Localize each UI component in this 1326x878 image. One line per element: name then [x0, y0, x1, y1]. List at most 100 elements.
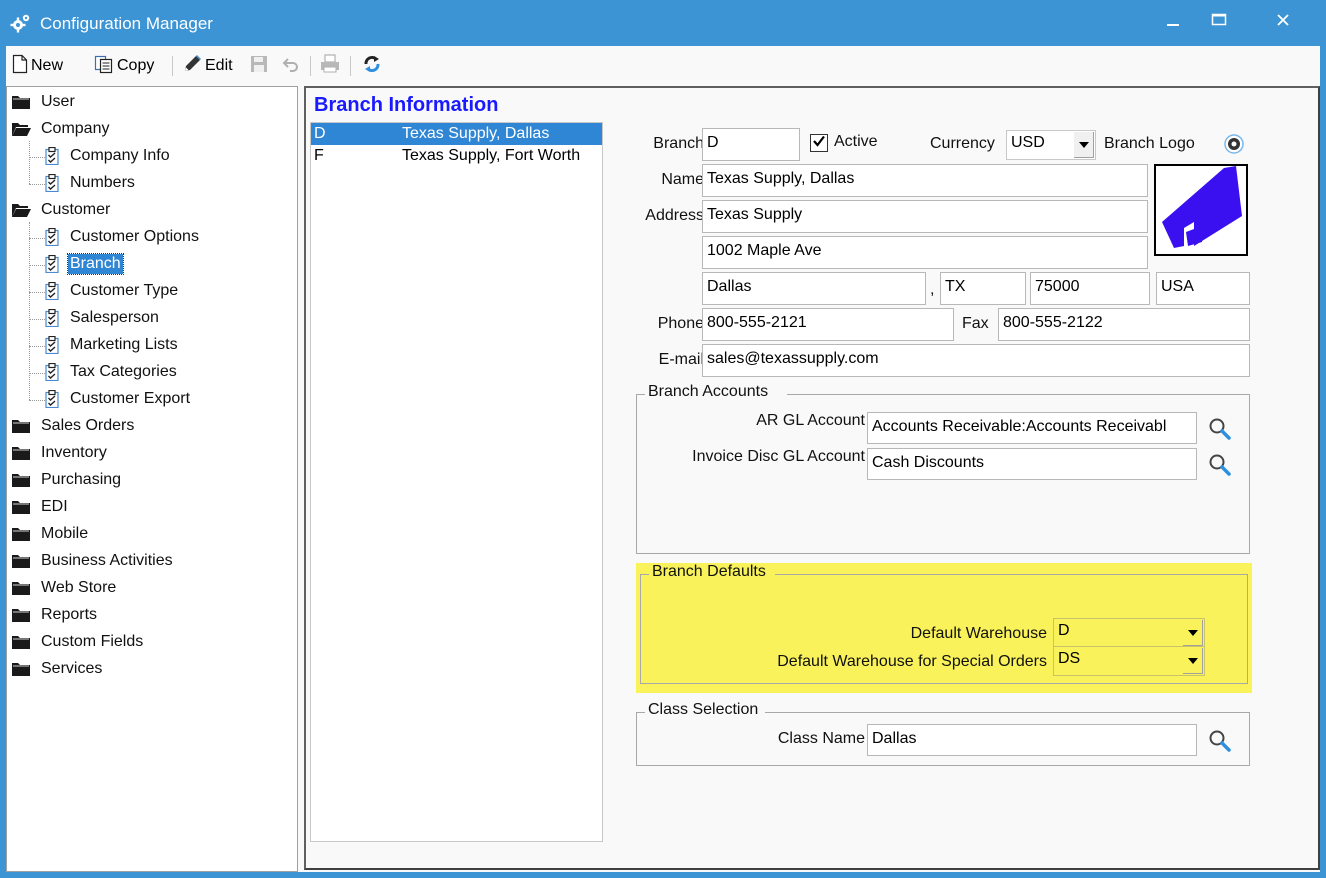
tree-item-salesperson[interactable]: Salesperson: [45, 306, 161, 330]
tree-item-sales-orders[interactable]: Sales Orders: [11, 414, 136, 438]
tree-item-company-info[interactable]: Company Info: [45, 144, 172, 168]
class-name-search-button[interactable]: [1207, 728, 1233, 754]
gears-icon: [10, 13, 32, 33]
folder-icon: [11, 445, 31, 461]
class-name-field[interactable]: Dallas: [867, 724, 1197, 756]
maximize-icon: [1211, 13, 1227, 31]
active-checkbox[interactable]: [810, 134, 828, 152]
tree-item-inventory[interactable]: Inventory: [11, 441, 109, 465]
new-button[interactable]: New: [12, 54, 63, 78]
ar-gl-account-search-button[interactable]: [1207, 416, 1233, 442]
pencil-icon: [182, 54, 202, 79]
tree-item-purchasing[interactable]: Purchasing: [11, 468, 123, 492]
branch-list[interactable]: D Texas Supply, Dallas F Texas Supply, F…: [310, 122, 603, 842]
tree-item-custom-fields[interactable]: Custom Fields: [11, 630, 145, 654]
default-warehouse-select[interactable]: D: [1053, 618, 1205, 648]
email-field[interactable]: sales@texassupply.com: [702, 344, 1250, 377]
comma-separator: ,: [930, 281, 935, 298]
search-icon: [1207, 418, 1233, 446]
branch-code: F: [314, 147, 324, 164]
tree-item-label: Marketing Lists: [70, 336, 178, 353]
logo-browse-button[interactable]: [1224, 134, 1244, 154]
invoice-disc-gl-account-field[interactable]: Cash Discounts: [867, 448, 1197, 480]
tree-item-label: Reports: [41, 606, 98, 623]
tree-connector: [29, 292, 45, 293]
address-line1-field[interactable]: Texas Supply: [702, 200, 1148, 233]
address-line2-field[interactable]: 1002 Maple Ave: [702, 236, 1148, 269]
minimize-icon: [1166, 13, 1180, 31]
country-field[interactable]: USA: [1156, 272, 1250, 305]
print-icon: [320, 53, 340, 79]
tree-item-marketing-lists[interactable]: Marketing Lists: [45, 333, 180, 357]
tree-item-company[interactable]: Company: [11, 117, 111, 141]
folder-icon: [11, 94, 31, 110]
tree-item-customer-type[interactable]: Customer Type: [45, 279, 180, 303]
edit-label: Edit: [205, 57, 233, 74]
address-label: Address: [645, 207, 704, 224]
tree-connector: [29, 222, 30, 400]
toolbar-separator: [350, 56, 351, 76]
tree-item-customer-export[interactable]: Customer Export: [45, 387, 192, 411]
clipboard-check-icon: [45, 146, 59, 166]
folder-open-icon: [11, 202, 31, 218]
tree-item-user[interactable]: User: [11, 90, 77, 114]
undo-button[interactable]: [282, 54, 300, 78]
tree-item-label: Mobile: [41, 525, 89, 542]
tree-item-label: Services: [41, 660, 103, 677]
zip-field[interactable]: 75000: [1030, 272, 1150, 305]
close-icon: [1276, 13, 1290, 31]
tree-item-tax-categories[interactable]: Tax Categories: [45, 360, 179, 384]
tree-connector: [29, 346, 45, 347]
branch-label: Branch: [653, 135, 704, 152]
branch-list-row[interactable]: F Texas Supply, Fort Worth: [311, 145, 602, 167]
print-button[interactable]: [320, 53, 340, 79]
tree-connector: [29, 319, 45, 320]
copy-button[interactable]: Copy: [94, 54, 154, 78]
branch-list-row[interactable]: D Texas Supply, Dallas: [311, 123, 602, 145]
currency-select[interactable]: USD: [1006, 130, 1096, 160]
tree-item-mobile[interactable]: Mobile: [11, 522, 90, 546]
phone-field[interactable]: 800-555-2121: [702, 308, 954, 341]
tree-connector: [29, 184, 45, 185]
maximize-button[interactable]: [1196, 0, 1242, 44]
save-button[interactable]: [250, 54, 268, 78]
tree-item-web-store[interactable]: Web Store: [11, 576, 118, 600]
branch-code-field[interactable]: D: [702, 128, 800, 161]
tree-connector: [29, 400, 45, 401]
fax-field[interactable]: 800-555-2122: [998, 308, 1250, 341]
branch-code: D: [314, 125, 326, 142]
tree-item-edi[interactable]: EDI: [11, 495, 70, 519]
folder-icon: [11, 418, 31, 434]
ar-gl-account-label: AR GL Account: [756, 412, 865, 429]
save-icon: [250, 55, 268, 78]
folder-icon: [11, 580, 31, 596]
minimize-button[interactable]: [1150, 0, 1196, 44]
city-field[interactable]: Dallas: [702, 272, 926, 305]
camera-shutter-icon: [1224, 134, 1244, 158]
edit-button[interactable]: Edit: [182, 54, 233, 78]
state-field[interactable]: TX: [940, 272, 1026, 305]
ar-gl-account-field[interactable]: Accounts Receivable:Accounts Receivabl: [867, 412, 1197, 444]
invoice-disc-gl-account-search-button[interactable]: [1207, 452, 1233, 478]
refresh-icon: [362, 54, 382, 79]
name-field[interactable]: Texas Supply, Dallas: [702, 164, 1148, 197]
tree-item-customer-options[interactable]: Customer Options: [45, 225, 201, 249]
clipboard-check-icon: [45, 227, 59, 247]
tree-item-services[interactable]: Services: [11, 657, 104, 681]
tree-item-label: Inventory: [41, 444, 107, 461]
tree-item-numbers[interactable]: Numbers: [45, 171, 137, 195]
tree-item-customer[interactable]: Customer: [11, 198, 112, 222]
copy-label: Copy: [117, 57, 155, 74]
navigation-tree: User Company Company Info Numbers Customer Cu…: [6, 86, 298, 872]
tree-item-business-activities[interactable]: Business Activities: [11, 549, 175, 573]
client-area: New Copy Edit User Company Company Info …: [6, 46, 1320, 872]
tree-item-branch[interactable]: Branch: [45, 252, 124, 276]
refresh-button[interactable]: [362, 54, 382, 78]
special-orders-warehouse-select[interactable]: DS: [1053, 646, 1205, 676]
tree-item-label: Purchasing: [41, 471, 122, 488]
branch-logo-image: [1154, 164, 1248, 256]
default-warehouse-value: D: [1058, 622, 1070, 639]
close-button[interactable]: [1260, 0, 1306, 44]
tree-item-reports[interactable]: Reports: [11, 603, 99, 627]
folder-icon: [11, 661, 31, 677]
